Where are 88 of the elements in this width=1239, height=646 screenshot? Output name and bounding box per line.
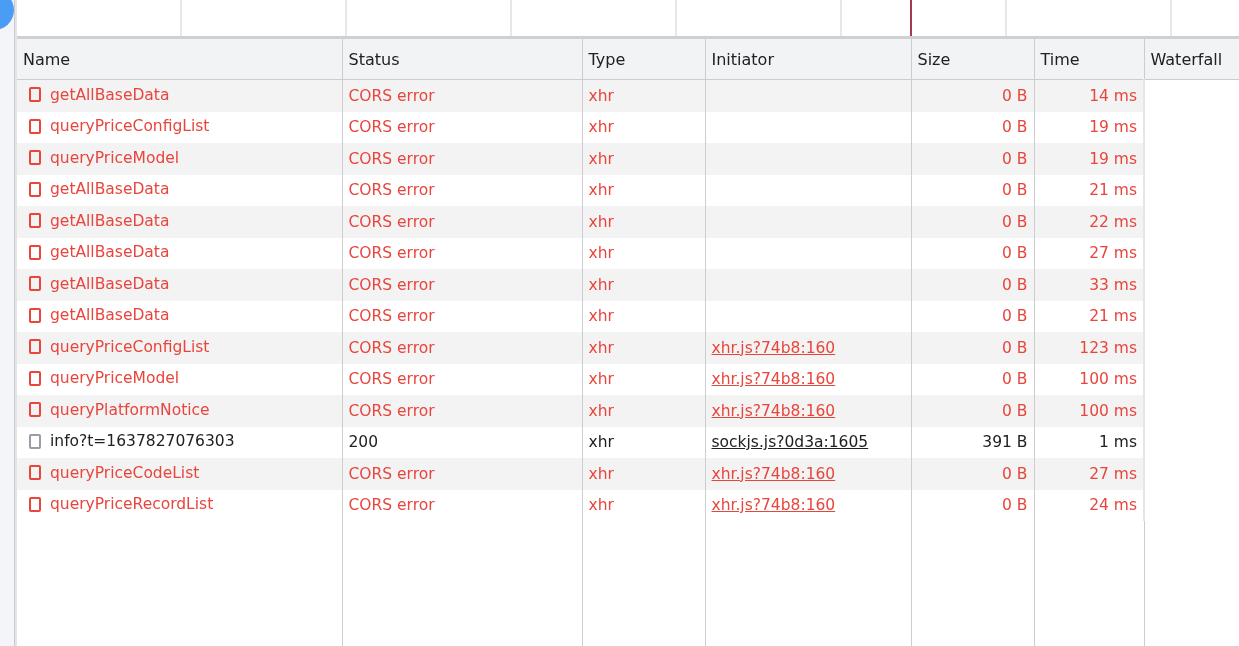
initiator-link[interactable]: xhr.js?74b8:160 [711, 370, 836, 389]
type-text: xhr [588, 464, 614, 483]
time-text: 19 ms [1089, 149, 1137, 168]
request-name[interactable]: info?t=1637827076303 [50, 432, 235, 450]
time-text: 22 ms [1089, 212, 1137, 231]
status-text: CORS error [348, 181, 435, 200]
status-text: CORS error [348, 86, 435, 105]
column-header[interactable]: Name [17, 39, 342, 80]
document-icon [29, 276, 41, 291]
column-header[interactable]: Status [342, 39, 582, 80]
size-text: 0 B [1002, 118, 1028, 137]
column-header[interactable]: Size [911, 39, 1034, 80]
document-icon [29, 307, 41, 323]
time-text: 100 ms [1079, 401, 1137, 420]
document-icon [29, 244, 41, 260]
type-text: xhr [588, 433, 614, 452]
status-text: CORS error [348, 496, 435, 515]
type-text: xhr [588, 401, 614, 420]
document-icon [29, 496, 41, 512]
request-name[interactable]: getAllBaseData [50, 306, 170, 324]
request-name[interactable]: getAllBaseData [50, 243, 170, 261]
time-text: 27 ms [1089, 464, 1137, 483]
size-text: 0 B [1002, 496, 1028, 515]
column-header[interactable]: Waterfall [1144, 39, 1239, 80]
status-text: CORS error [348, 212, 435, 231]
time-text: 33 ms [1089, 275, 1137, 294]
size-text: 0 B [1002, 212, 1028, 231]
type-text: xhr [588, 86, 614, 105]
document-icon [29, 402, 41, 417]
document-icon [29, 370, 41, 386]
type-text: xhr [588, 370, 614, 389]
column-header[interactable]: Type [582, 39, 705, 80]
initiator-link[interactable]: xhr.js?74b8:160 [711, 496, 836, 515]
request-name[interactable]: queryPriceRecordList [50, 495, 214, 513]
status-text: CORS error [348, 244, 435, 263]
time-text: 27 ms [1089, 244, 1137, 263]
size-text: 0 B [1002, 181, 1028, 200]
type-text: xhr [588, 212, 614, 231]
document-icon [29, 118, 41, 134]
column-header[interactable]: Initiator [705, 39, 911, 80]
status-text: 200 [348, 433, 379, 452]
time-text: 21 ms [1089, 181, 1137, 200]
time-text: 19 ms [1089, 118, 1137, 137]
type-text: xhr [588, 118, 614, 137]
time-text: 14 ms [1089, 86, 1137, 105]
type-text: xhr [588, 149, 614, 168]
status-text: CORS error [348, 275, 435, 294]
status-text: CORS error [348, 370, 435, 389]
status-text: CORS error [348, 307, 435, 326]
time-text: 1 ms [1099, 433, 1137, 452]
size-text: 0 B [1002, 401, 1028, 420]
size-text: 0 B [1002, 370, 1028, 389]
type-text: xhr [588, 244, 614, 263]
status-text: CORS error [348, 338, 435, 357]
document-icon [29, 339, 41, 354]
load-marker-line [910, 0, 912, 36]
size-text: 0 B [1002, 338, 1028, 357]
initiator-link[interactable]: sockjs.js?0d3a:1605 [711, 433, 869, 452]
status-text: CORS error [348, 464, 435, 483]
size-text: 0 B [1002, 86, 1028, 105]
size-text: 0 B [1002, 307, 1028, 326]
type-text: xhr [588, 181, 614, 200]
type-text: xhr [588, 338, 614, 357]
time-text: 123 ms [1079, 338, 1137, 357]
status-text: CORS error [348, 401, 435, 420]
time-text: 21 ms [1089, 307, 1137, 326]
size-text: 0 B [1002, 275, 1028, 294]
document-icon [29, 150, 41, 165]
document-icon [29, 433, 41, 449]
status-text: CORS error [348, 149, 435, 168]
type-text: xhr [588, 275, 614, 294]
size-text: 0 B [1002, 464, 1028, 483]
request-name[interactable]: queryPriceConfigList [50, 117, 210, 135]
document-icon [29, 213, 41, 228]
time-text: 24 ms [1089, 496, 1137, 515]
column-header[interactable]: Time [1034, 39, 1144, 80]
document-icon [29, 87, 41, 102]
status-text: CORS error [348, 118, 435, 137]
size-text: 0 B [1002, 149, 1028, 168]
request-name[interactable]: queryPriceModel [50, 369, 180, 387]
time-text: 100 ms [1079, 370, 1137, 389]
request-name[interactable]: getAllBaseData [50, 180, 170, 198]
type-text: xhr [588, 307, 614, 326]
size-text: 391 B [982, 433, 1028, 452]
document-icon [29, 465, 41, 480]
document-icon [29, 181, 41, 197]
size-text: 0 B [1002, 244, 1028, 263]
type-text: xhr [588, 496, 614, 515]
